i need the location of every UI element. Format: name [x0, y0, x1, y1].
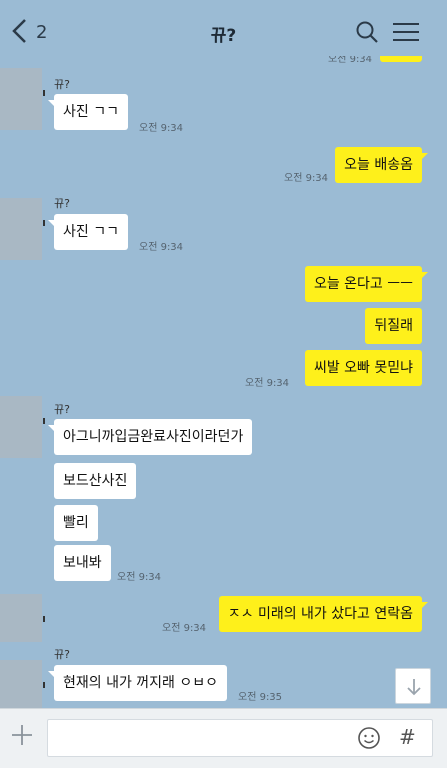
message-bubble-outgoing[interactable] — [380, 56, 422, 62]
message-bubble-incoming[interactable]: 사진 ㄱㄱ — [48, 214, 128, 250]
plus-icon[interactable] — [10, 723, 34, 747]
message-bubble-incoming[interactable]: 빨리 — [54, 505, 98, 541]
message-time: 오전 9:34 — [328, 56, 373, 65]
avatar[interactable] — [0, 594, 45, 642]
emoji-icon[interactable] — [357, 726, 381, 750]
chat-title: 뀨? — [210, 26, 237, 46]
sender-name: 뀨? — [54, 78, 70, 91]
message-bubble-incoming[interactable]: 사진 ㄱㄱ — [48, 94, 128, 130]
message-bubble-incoming[interactable]: 보내봐 — [54, 545, 111, 581]
sender-name: 뀨? — [54, 403, 70, 416]
avatar[interactable] — [0, 198, 45, 260]
message-bubble-outgoing[interactable]: 뒤질래 — [365, 308, 422, 344]
message-composer: # — [0, 708, 447, 768]
message-time: 오전 9:34 — [139, 123, 184, 134]
message-time: 오전 9:34 — [162, 623, 207, 634]
message-time: 오전 9:34 — [117, 572, 162, 583]
avatar[interactable] — [0, 68, 45, 130]
search-icon[interactable] — [355, 20, 379, 44]
message-bubble-outgoing[interactable]: 오늘 배송옴 — [335, 147, 428, 183]
hashtag-button[interactable]: # — [399, 725, 416, 749]
message-bubble-outgoing[interactable]: 씨발 오빠 못믿냐 — [304, 350, 422, 386]
message-time: 오전 9:34 — [284, 173, 329, 184]
message-bubble-incoming[interactable]: 보드산사진 — [54, 463, 137, 499]
message-bubble-outgoing[interactable]: ㅈㅅ 미래의 내가 샀다고 연락옴 — [218, 596, 429, 632]
message-bubble-incoming[interactable]: 아그니까입금완료사진이라던가 — [47, 419, 253, 455]
message-time: 오전 9:34 — [139, 242, 184, 253]
scroll-down-button[interactable] — [395, 668, 431, 704]
menu-icon[interactable] — [393, 22, 419, 42]
avatar[interactable] — [0, 396, 45, 458]
message-list[interactable]: 오전 9:34 뀨? 사진 ㄱㄱ 오전 9:34 오늘 배송옴 오전 9:34 … — [0, 56, 447, 708]
sender-name: 뀨? — [54, 197, 70, 210]
avatar[interactable] — [0, 660, 45, 708]
message-bubble-incoming[interactable]: 현재의 내가 꺼지래 ㅇㅂㅇ — [47, 665, 228, 701]
sender-name: 뀨? — [54, 648, 70, 661]
status-bar — [0, 0, 447, 8]
message-time: 오전 9:34 — [245, 378, 290, 389]
message-time: 오전 9:35 — [238, 692, 283, 703]
message-bubble-outgoing[interactable]: 오늘 온다고 ㅡㅡ — [304, 266, 429, 302]
arrow-down-icon — [407, 679, 421, 696]
chat-header: 2 뀨? — [0, 8, 447, 56]
